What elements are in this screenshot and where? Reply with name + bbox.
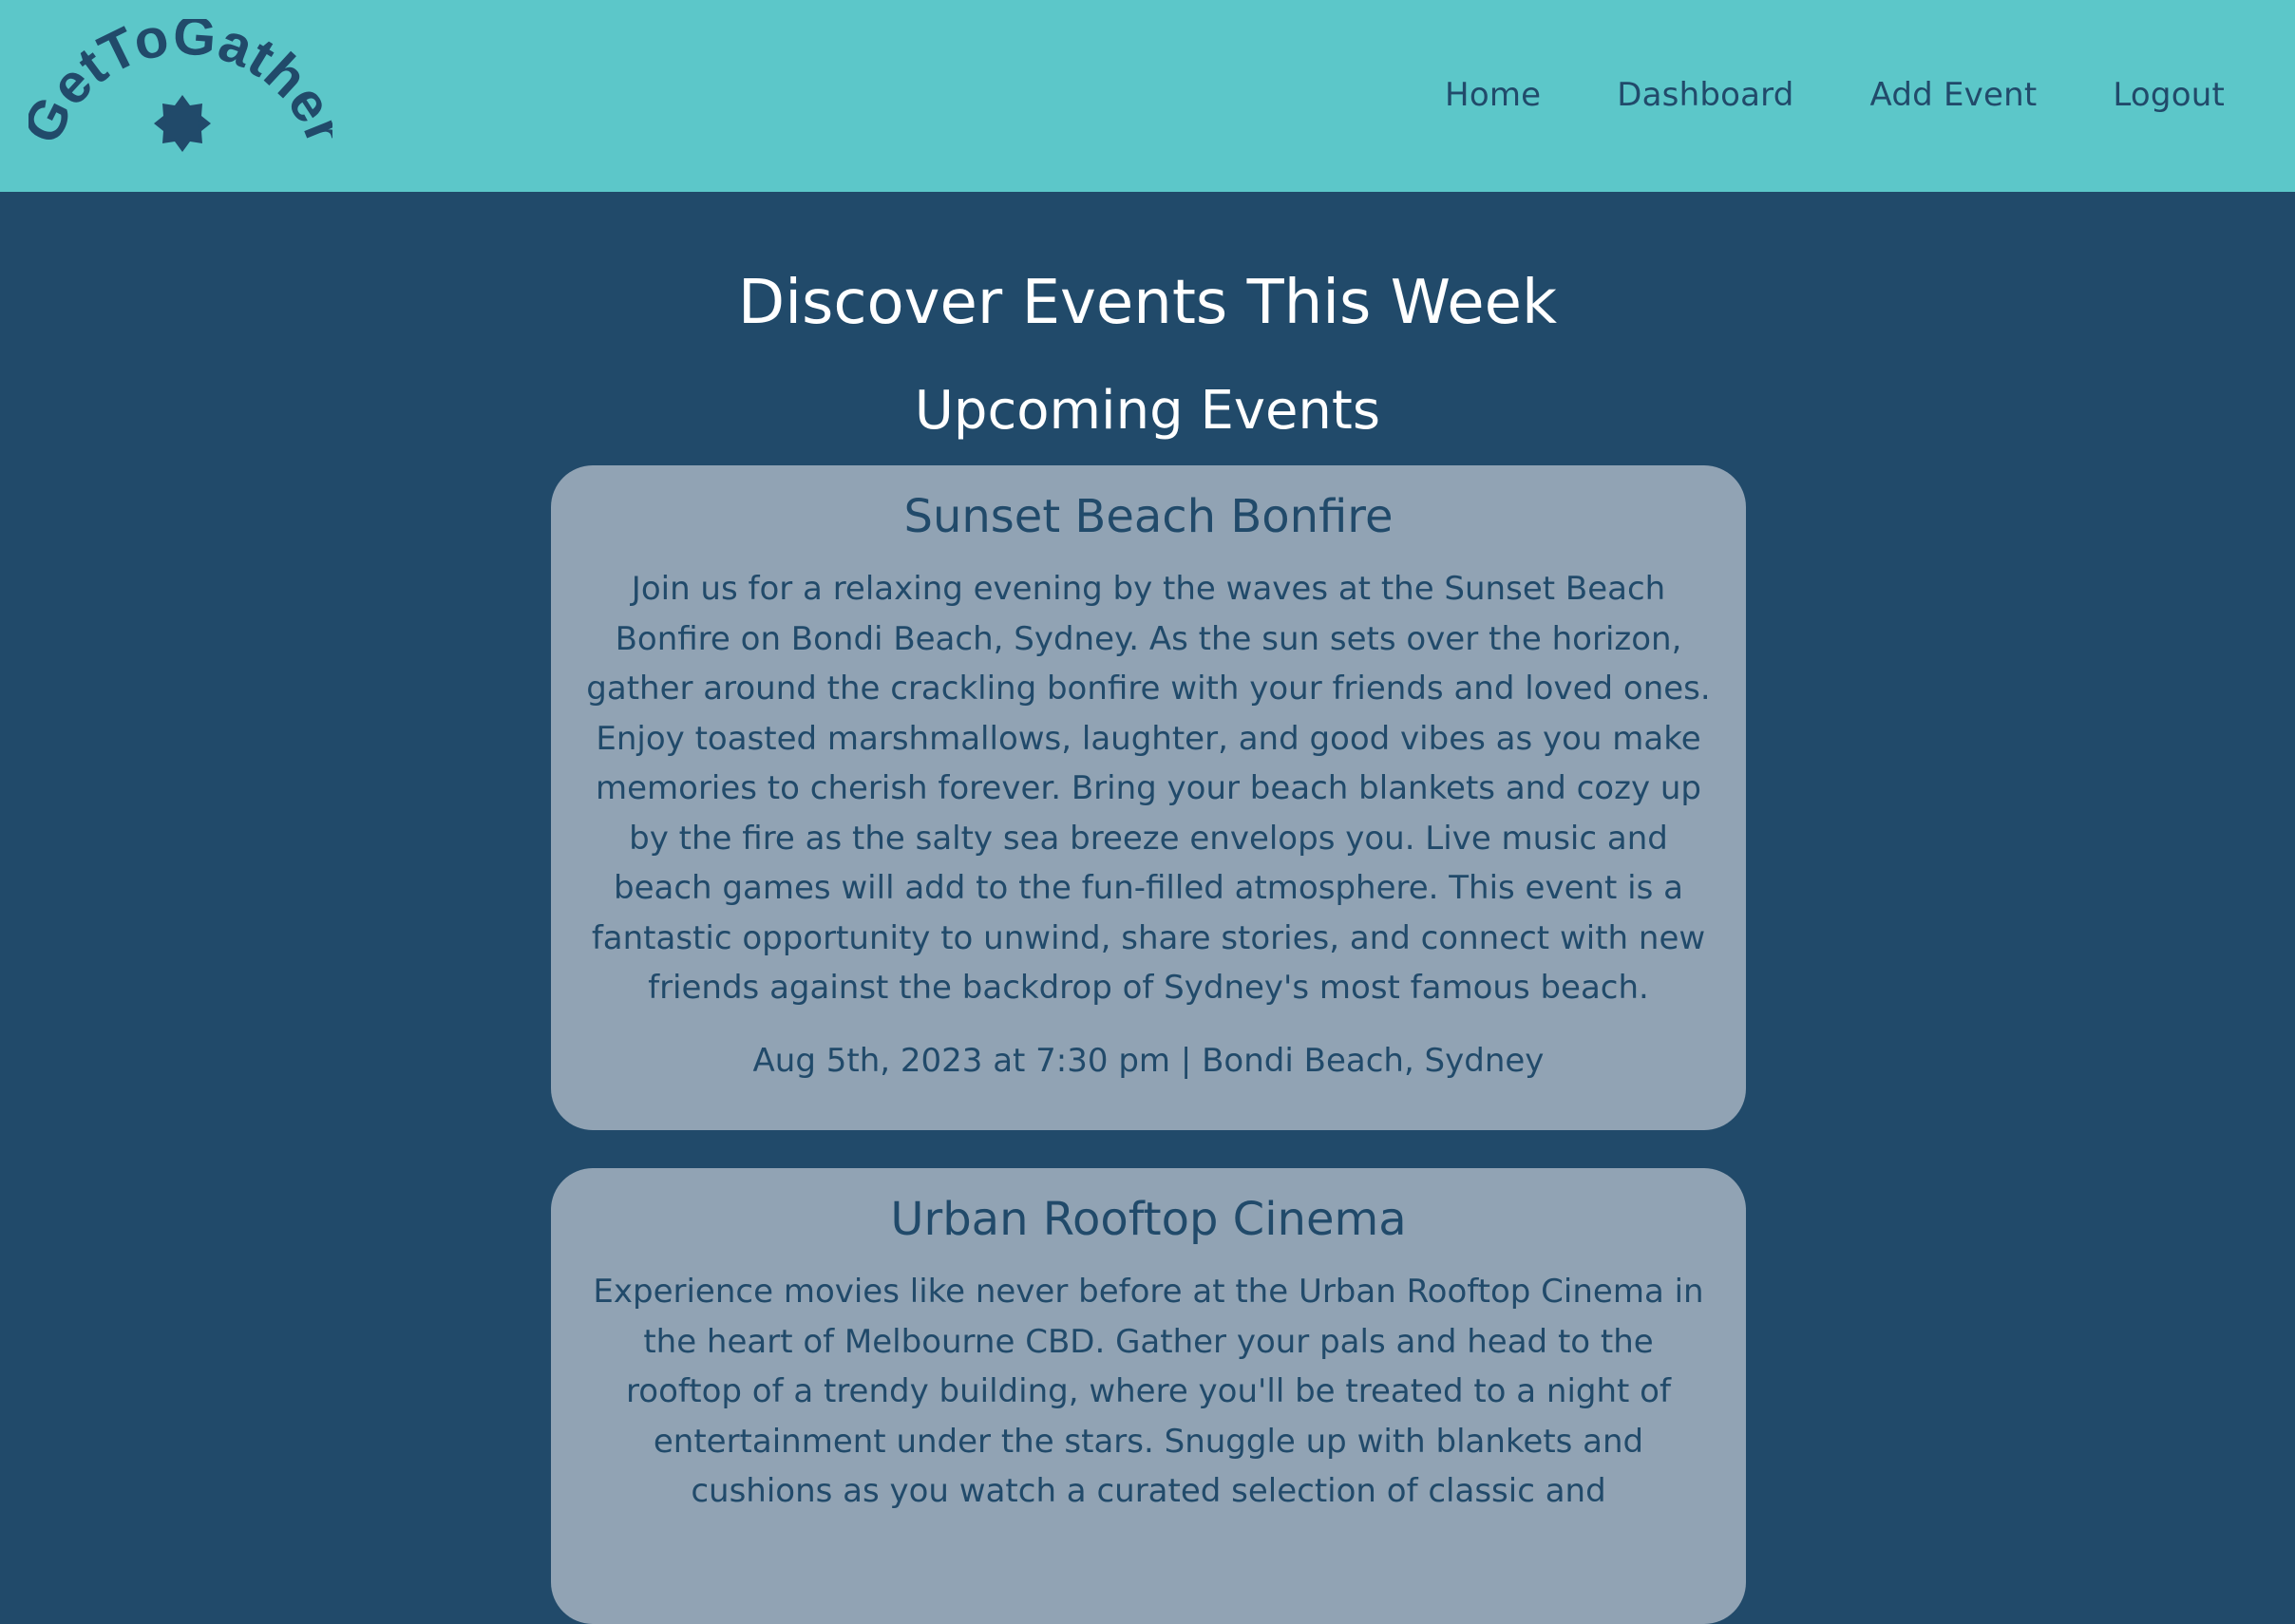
event-title: Sunset Beach Bonfire (903, 490, 1394, 543)
section-title: Upcoming Events (914, 380, 1381, 442)
event-meta: Aug 5th, 2023 at 7:30 pm | Bondi Beach, … (752, 1041, 1545, 1080)
badge-star-icon (154, 95, 211, 152)
gettogather-logo[interactable]: GetToGather (28, 19, 332, 180)
event-title: Urban Rooftop Cinema (890, 1193, 1407, 1246)
event-card[interactable]: Urban Rooftop Cinema Experience movies l… (551, 1168, 1746, 1624)
event-description: Experience movies like never before at t… (593, 1273, 1704, 1510)
main-nav: Home Dashboard Add Event Logout (1445, 0, 2225, 190)
event-description: Join us for a relaxing evening by the wa… (586, 570, 1711, 1007)
page-title: Discover Events This Week (737, 268, 1558, 338)
nav-add-event-link[interactable]: Add Event (1870, 76, 2038, 114)
nav-home-link[interactable]: Home (1445, 76, 1541, 114)
main-content: Discover Events This Week Upcoming Event… (0, 192, 2295, 1624)
app-header: GetToGather Home Dashboard Add Event Log… (0, 0, 2295, 192)
nav-logout-link[interactable]: Logout (2113, 76, 2225, 114)
event-card[interactable]: Sunset Beach Bonfire Join us for a relax… (551, 465, 1746, 1130)
nav-dashboard-link[interactable]: Dashboard (1617, 76, 1793, 114)
